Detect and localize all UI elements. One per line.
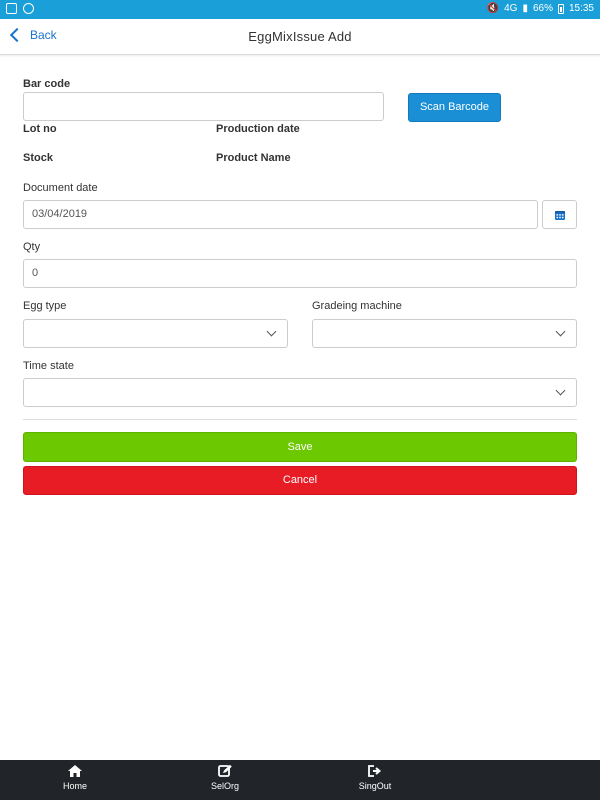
clock: 15:35 (568, 3, 594, 14)
document-date-input[interactable]: 03/04/2019 (23, 200, 538, 229)
calendar-button[interactable] (542, 200, 577, 229)
form-divider (23, 419, 577, 420)
egg-type-select[interactable] (23, 319, 288, 348)
barcode-label: Bar code (23, 78, 71, 90)
document-date-label: Document date (23, 182, 98, 194)
tab-selorg[interactable]: SelOrg (195, 764, 255, 791)
signal-icon: ▮ (522, 3, 528, 14)
product-name-label: Product Name (216, 152, 291, 164)
grading-machine-select[interactable] (312, 319, 577, 348)
battery-level: 66% (532, 3, 553, 14)
production-date-label: Production date (216, 123, 300, 135)
time-state-select[interactable] (23, 378, 577, 407)
page-title: EggMixIssue Add (248, 29, 352, 44)
grading-machine-label: Gradeing machine (312, 300, 402, 312)
scan-barcode-button[interactable]: Scan Barcode (408, 93, 501, 122)
qty-label: Qty (23, 241, 41, 253)
tab-home[interactable]: Home (45, 764, 105, 791)
stock-label: Stock (23, 152, 53, 164)
edit-icon (218, 764, 232, 777)
nav-header: Back EggMixIssue Add (0, 19, 600, 55)
egg-type-label: Egg type (23, 300, 67, 312)
chevron-down-icon (266, 326, 277, 337)
tab-selorg-label: SelOrg (210, 781, 239, 791)
qty-input[interactable]: 0 (23, 259, 577, 288)
chevron-down-icon (555, 326, 566, 337)
lot-no-label: Lot no (23, 123, 57, 135)
calendar-icon (554, 210, 565, 220)
mute-icon: 🔇 (486, 3, 500, 14)
tab-home-label: Home (62, 781, 87, 791)
home-icon (68, 765, 82, 777)
barcode-input[interactable] (23, 92, 384, 121)
tab-signout[interactable]: SingOut (345, 764, 405, 791)
tab-signout-label: SingOut (358, 781, 392, 791)
battery-icon (557, 3, 564, 14)
save-button[interactable]: Save (23, 432, 577, 462)
chevron-down-icon (555, 385, 566, 396)
time-state-label: Time state (23, 360, 74, 372)
sign-out-icon (368, 765, 382, 777)
network-type: 4G (504, 3, 518, 14)
gallery-notification-icon (6, 3, 17, 14)
cancel-button[interactable]: Cancel (23, 466, 577, 495)
status-bar: 🔇 4G ▮ 66% 15:35 (0, 0, 600, 19)
app-notification-icon (23, 3, 34, 14)
bottom-tab-bar: Home SelOrg SingOut (0, 760, 600, 800)
